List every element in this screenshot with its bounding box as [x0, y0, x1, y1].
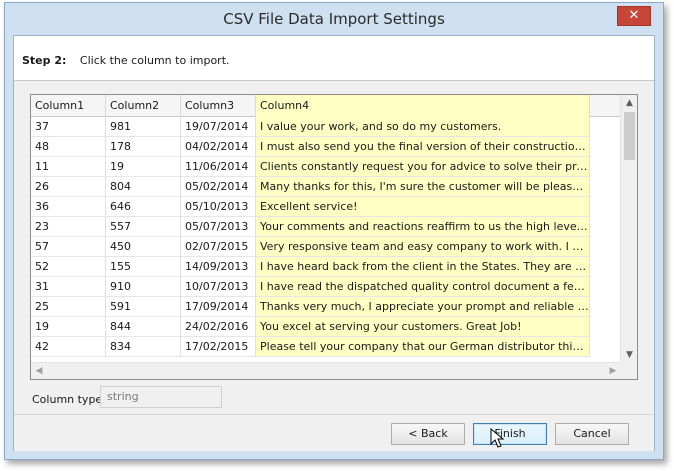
- close-icon: ✕: [628, 8, 640, 23]
- column-type-field: string: [100, 386, 222, 408]
- table-cell-column2[interactable]: 178: [106, 137, 181, 157]
- scroll-right-icon[interactable]: ▶: [605, 363, 621, 379]
- table-cell-column3[interactable]: 05/02/2014: [181, 177, 256, 197]
- table-cell-column2[interactable]: 155: [106, 257, 181, 277]
- table-cell-column4[interactable]: I have heard back from the client in the…: [256, 257, 590, 277]
- table-cell-column1[interactable]: 48: [31, 137, 106, 157]
- column-header-2[interactable]: Column2: [106, 95, 181, 117]
- table-cell-column1[interactable]: 23: [31, 217, 106, 237]
- grid-body: 37 981 19/07/2014 I value your work, and so…: [31, 117, 621, 363]
- table-cell-column1[interactable]: 26: [31, 177, 106, 197]
- step-header: Step 2: Click the column to import.: [14, 36, 654, 80]
- table-row[interactable]: 19 844 24/02/2016 You excel at serving your…: [31, 317, 621, 337]
- table-cell-column2[interactable]: 834: [106, 337, 181, 357]
- table-cell-column3[interactable]: 02/07/2015: [181, 237, 256, 257]
- table-cell-column3[interactable]: 17/02/2015: [181, 337, 256, 357]
- grid-header: Column1 Column2 Column3 Column4: [31, 95, 621, 117]
- table-row[interactable]: 42 834 17/02/2015 Please tell your company …: [31, 337, 621, 357]
- table-cell-column2[interactable]: 910: [106, 277, 181, 297]
- table-cell-column4[interactable]: Thanks very much, I appreciate your prom…: [256, 297, 590, 317]
- table-cell-column2[interactable]: 557: [106, 217, 181, 237]
- table-cell-column3[interactable]: 19/07/2014: [181, 117, 256, 137]
- table-cell-column2[interactable]: 981: [106, 117, 181, 137]
- table-cell-column3[interactable]: 24/02/2016: [181, 317, 256, 337]
- column-header-1[interactable]: Column1: [31, 95, 106, 117]
- table-cell-column1[interactable]: 57: [31, 237, 106, 257]
- finish-button[interactable]: Finish: [473, 423, 547, 445]
- scroll-left-icon[interactable]: ◀: [31, 363, 47, 379]
- table-cell-column1[interactable]: 19: [31, 317, 106, 337]
- table-row[interactable]: 57 450 02/07/2015 Very responsive team and …: [31, 237, 621, 257]
- title-bar[interactable]: CSV File Data Import Settings ✕: [5, 3, 663, 35]
- scroll-down-icon[interactable]: ▼: [621, 347, 637, 363]
- table-cell-column4[interactable]: Your comments and reactions reaffirm to …: [256, 217, 590, 237]
- table-cell-column1[interactable]: 36: [31, 197, 106, 217]
- table-row[interactable]: 11 19 11/06/2014 Clients constantly request…: [31, 157, 621, 177]
- table-cell-column4[interactable]: Excellent service!: [256, 197, 590, 217]
- close-button[interactable]: ✕: [617, 6, 651, 26]
- table-cell-column2[interactable]: 844: [106, 317, 181, 337]
- table-cell-column1[interactable]: 11: [31, 157, 106, 177]
- table-row[interactable]: 36 646 05/10/2013 Excellent service!: [31, 197, 621, 217]
- table-cell-column3[interactable]: 10/07/2013: [181, 277, 256, 297]
- column-header-4[interactable]: Column4: [256, 95, 590, 117]
- mouse-cursor-icon: [490, 428, 505, 448]
- column-header-3[interactable]: Column3: [181, 95, 256, 117]
- table-cell-column3[interactable]: 04/02/2014: [181, 137, 256, 157]
- window-title: CSV File Data Import Settings: [223, 10, 445, 28]
- table-cell-column4[interactable]: I must also send you the final version o…: [256, 137, 590, 157]
- table-cell-column2[interactable]: 19: [106, 157, 181, 177]
- table-cell-column2[interactable]: 804: [106, 177, 181, 197]
- table-cell-column4[interactable]: Many thanks for this, I'm sure the custo…: [256, 177, 590, 197]
- scroll-thumb[interactable]: [624, 112, 635, 160]
- table-cell-column4[interactable]: I have read the dispatched quality contr…: [256, 277, 590, 297]
- button-bar: < Back Finish Cancel: [14, 414, 654, 451]
- table-row[interactable]: 26 804 05/02/2014 Many thanks for this, I'm…: [31, 177, 621, 197]
- table-row[interactable]: 23 557 05/07/2013 Your comments and reactio…: [31, 217, 621, 237]
- table-cell-column4[interactable]: I value your work, and so do my customer…: [256, 117, 590, 137]
- table-cell-column3[interactable]: 17/09/2014: [181, 297, 256, 317]
- table-cell-column4[interactable]: Very responsive team and easy company to…: [256, 237, 590, 257]
- table-row[interactable]: 25 591 17/09/2014 Thanks very much, I appre…: [31, 297, 621, 317]
- table-cell-column4[interactable]: Please tell your company that our German…: [256, 337, 590, 357]
- table-cell-column3[interactable]: 05/10/2013: [181, 197, 256, 217]
- table-cell-column3[interactable]: 05/07/2013: [181, 217, 256, 237]
- scrollbar-corner: [620, 362, 637, 379]
- table-row[interactable]: 37 981 19/07/2014 I value your work, and so…: [31, 117, 621, 137]
- dialog-client: Step 2: Click the column to import. Colu…: [13, 35, 655, 451]
- table-cell-column2[interactable]: 646: [106, 197, 181, 217]
- table-cell-column2[interactable]: 591: [106, 297, 181, 317]
- step-label: Step 2:: [22, 54, 67, 67]
- table-cell-column4[interactable]: Clients constantly request you for advic…: [256, 157, 590, 177]
- table-cell-column1[interactable]: 42: [31, 337, 106, 357]
- table-cell-column1[interactable]: 25: [31, 297, 106, 317]
- scroll-up-icon[interactable]: ▲: [621, 95, 637, 111]
- back-button[interactable]: < Back: [391, 423, 465, 445]
- table-cell-column4[interactable]: You excel at serving your customers. Gre…: [256, 317, 590, 337]
- cancel-button[interactable]: Cancel: [555, 423, 629, 445]
- dialog-window: CSV File Data Import Settings ✕ Step 2: …: [4, 2, 664, 460]
- vertical-scrollbar[interactable]: ▲ ▼: [620, 95, 637, 363]
- table-cell-column3[interactable]: 11/06/2014: [181, 157, 256, 177]
- table-cell-column3[interactable]: 14/09/2013: [181, 257, 256, 277]
- header-divider: [14, 80, 654, 81]
- table-cell-column1[interactable]: 31: [31, 277, 106, 297]
- table-cell-column2[interactable]: 450: [106, 237, 181, 257]
- table-row[interactable]: 31 910 10/07/2013 I have read the dispatche…: [31, 277, 621, 297]
- table-cell-column1[interactable]: 37: [31, 117, 106, 137]
- table-row[interactable]: 48 178 04/02/2014 I must also send you the …: [31, 137, 621, 157]
- table-row[interactable]: 52 155 14/09/2013 I have heard back from th…: [31, 257, 621, 277]
- column-type-label: Column type:: [32, 393, 106, 406]
- step-line: Step 2: Click the column to import.: [22, 54, 230, 67]
- horizontal-scrollbar[interactable]: ◀ ▶: [31, 362, 621, 379]
- data-grid[interactable]: Column1 Column2 Column3 Column4 37 981 19/…: [30, 94, 638, 380]
- step-instruction: Click the column to import.: [79, 54, 230, 67]
- table-cell-column1[interactable]: 52: [31, 257, 106, 277]
